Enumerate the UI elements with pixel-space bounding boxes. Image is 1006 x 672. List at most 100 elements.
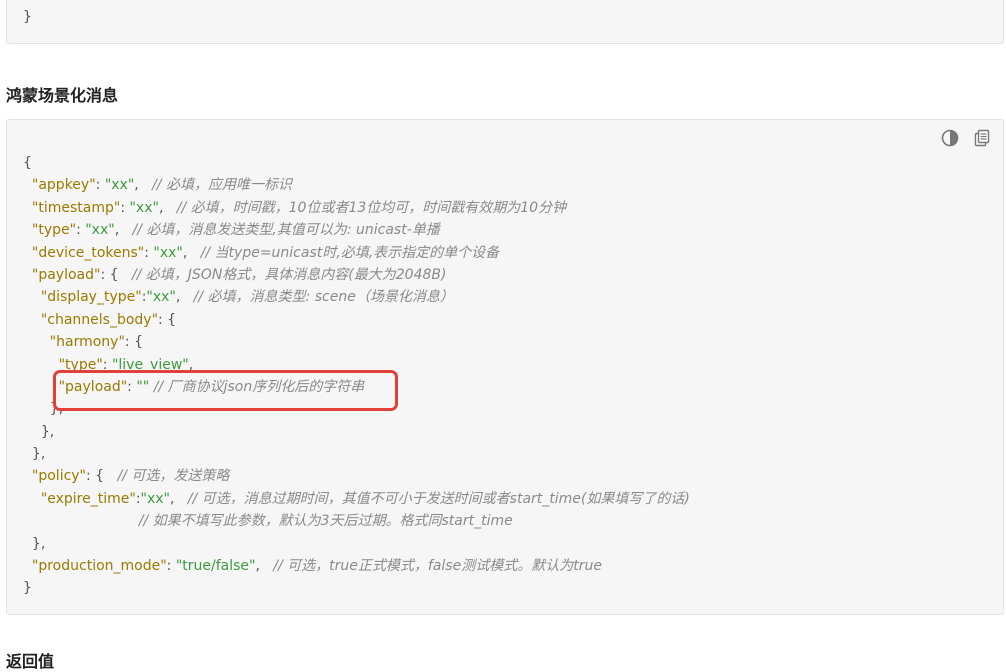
section-title: 鸿蒙场景化消息 <box>6 86 119 105</box>
code-comment: // 必填，消息类型: scene（场景化消息） <box>193 289 454 306</box>
code-comment: // 必填，消息发送类型,其值可以为: unicast-单播 <box>132 222 440 239</box>
code-line: "timestamp": "xx", // 必填，时间戳，10位或者13位均可，… <box>23 197 690 219</box>
code-comment: // 必填，应用唯一标识 <box>152 177 292 194</box>
code-content: { "appkey": "xx", // 必填，应用唯一标识 "timestam… <box>23 152 690 600</box>
code-punct: : <box>95 177 105 194</box>
code-punct: : <box>144 244 154 261</box>
code-line: }, <box>23 421 690 443</box>
code-punct: }, <box>31 446 46 463</box>
code-string: "xx" <box>129 199 159 216</box>
code-line: "production_mode": "true/false", // 可选，t… <box>23 555 690 577</box>
code-punct: , <box>255 558 274 575</box>
next-section-title: 返回值 <box>6 652 55 671</box>
code-line: "policy": { // 可选，发送策略 <box>23 465 690 487</box>
code-string: "xx" <box>85 222 115 239</box>
code-key: "expire_time" <box>40 490 136 507</box>
code-punct: : { <box>158 311 177 328</box>
code-key: "type" <box>31 222 77 239</box>
code-key: "production_mode" <box>31 558 167 575</box>
code-punct: { <box>23 155 32 171</box>
code-comment: // 可选，消息过期时间，其值不可小于发送时间或者start_time(如果填写… <box>187 490 690 507</box>
copy-icon[interactable] <box>973 129 991 147</box>
code-string: "xx" <box>153 244 183 261</box>
code-punct: , <box>169 490 188 507</box>
code-string: "live_view" <box>111 356 189 373</box>
code-line: }, <box>23 443 690 465</box>
code-string: "" <box>136 378 150 395</box>
code-line: "expire_time":"xx", // 可选，消息过期时间，其值不可小于发… <box>23 488 690 510</box>
code-string: "true/false" <box>175 558 256 575</box>
code-line: { <box>23 152 690 174</box>
code-key: "type" <box>58 356 103 373</box>
code-line: }, <box>23 398 690 420</box>
code-punct: }, <box>49 401 64 418</box>
code-punct: : <box>102 356 112 373</box>
code-punct: } <box>23 580 32 597</box>
theme-toggle-icon[interactable] <box>941 129 959 147</box>
code-line: "payload": "" // 厂商协议json序列化后的字符串 <box>23 376 690 398</box>
code-punct: : <box>166 558 176 575</box>
code-line: "appkey": "xx", // 必填，应用唯一标识 <box>23 174 690 196</box>
code-punct: , <box>134 177 153 194</box>
code-punct: : <box>76 222 86 239</box>
code-punct: , <box>175 289 194 306</box>
code-line: }, <box>23 533 690 555</box>
code-key: "display_type" <box>40 289 142 306</box>
code-line: "device_tokens": "xx", // 当type=unicast时… <box>23 242 690 264</box>
code-comment: // 可选，true正式模式，false测试模式。默认为true <box>273 558 602 575</box>
code-string: "xx" <box>146 289 176 306</box>
code-line: "display_type":"xx", // 必填，消息类型: scene（场… <box>23 286 690 308</box>
code-key: "payload" <box>31 266 101 283</box>
code-comment: // 厂商协议json序列化后的字符串 <box>153 378 365 395</box>
code-string: "xx" <box>104 177 135 194</box>
code-key: "device_tokens" <box>31 244 145 261</box>
code-comment: // 当type=unicast时,必填,表示指定的单个设备 <box>200 244 500 261</box>
code-key: "timestamp" <box>31 199 121 216</box>
previous-code-block: } <box>6 0 1004 44</box>
code-key: "policy" <box>31 468 86 485</box>
code-punct: }, <box>31 535 46 552</box>
code-block: { "appkey": "xx", // 必填，应用唯一标识 "timestam… <box>6 119 1004 615</box>
code-key: "payload" <box>58 378 128 395</box>
code-punct: , <box>158 199 177 216</box>
code-line: "type": "live_view", <box>23 354 690 376</box>
code-punct: }, <box>40 423 55 440</box>
code-line: "payload": { // 必填，JSON格式，具体消息内容(最大为2048… <box>23 264 690 286</box>
code-toolbar <box>941 129 991 147</box>
code-comment: // 必填，JSON格式，具体消息内容(最大为2048B) <box>131 266 447 283</box>
code-line: "harmony": { <box>23 331 690 353</box>
code-punct: , <box>188 356 194 373</box>
code-line: "channels_body": { <box>23 309 690 331</box>
code-key: "channels_body" <box>40 311 159 328</box>
code-punct: , <box>114 222 133 239</box>
code-comment: // 如果不填写此参数，默认为3天后过期。格式同start_time <box>138 513 513 530</box>
code-string: "xx" <box>140 490 170 507</box>
code-line: } <box>23 577 690 599</box>
code-punct: , <box>182 244 201 261</box>
code-punct: : { <box>100 266 132 283</box>
code-key: "appkey" <box>31 177 96 194</box>
code-comment: // 可选，发送策略 <box>117 468 230 485</box>
code-punct: : { <box>124 334 143 351</box>
code-line: // 如果不填写此参数，默认为3天后过期。格式同start_time <box>23 510 690 532</box>
code-comment: // 必填，时间戳，10位或者13位均可，时间戳有效期为10分钟 <box>176 199 567 216</box>
code-line: "type": "xx", // 必填，消息发送类型,其值可以为: unicas… <box>23 219 690 241</box>
